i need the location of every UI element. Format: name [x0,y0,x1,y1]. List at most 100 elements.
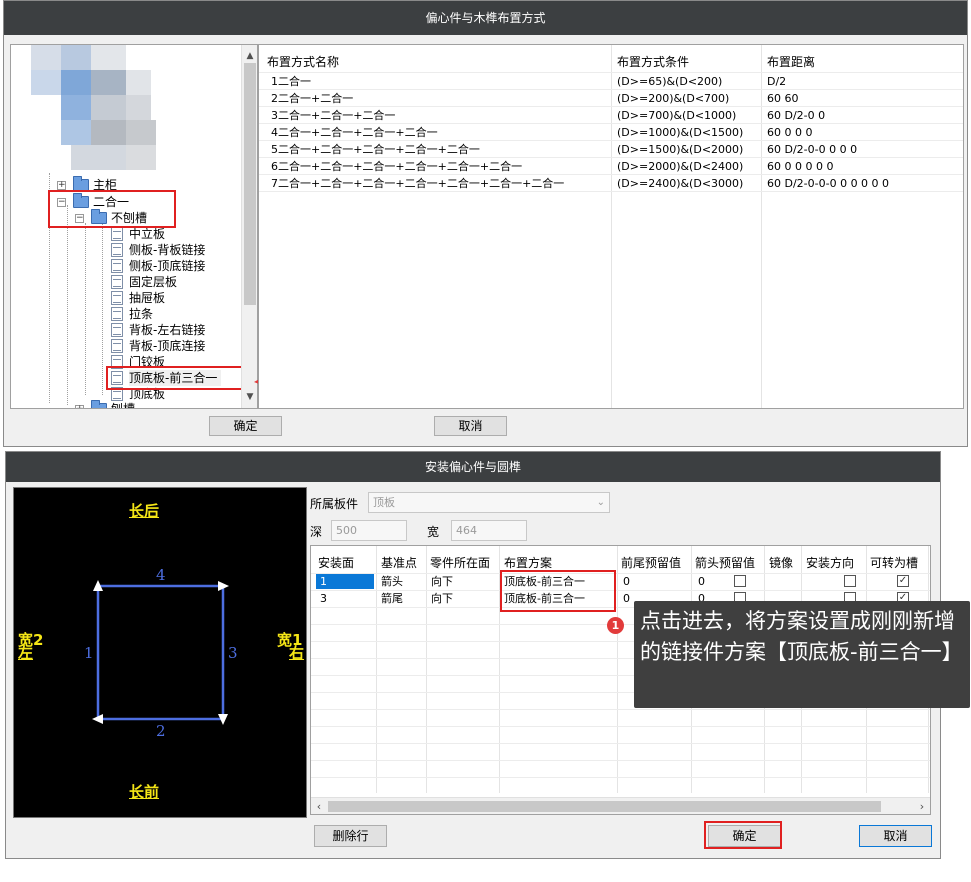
cell-distance: D/2 [767,75,787,88]
direction-checkbox[interactable] [844,575,856,587]
tree-leaf-label: 背板-左右链接 [129,323,206,337]
tree-leaf-drawer-panel[interactable]: 抽屉板 [11,290,241,306]
table-row[interactable]: 1二合一 (D>=65)&(D<200) D/2 [259,73,963,90]
width-field[interactable]: 464 [451,520,527,541]
cell-part-face[interactable]: 向下 [431,591,453,606]
column-header[interactable]: 布置方式名称 [267,53,339,70]
highlight-box [48,190,176,228]
edge-number-right: 3 [228,644,238,662]
table-row[interactable]: 3二合一+二合一+二合一 (D>=700)&(D<1000) 60 D/2-0 … [259,107,963,124]
cell-tail-reserve[interactable]: 0 [623,591,630,606]
expand-icon[interactable]: + [75,405,84,408]
document-icon [111,275,123,289]
delete-row-button[interactable]: 删除行 [314,825,387,847]
table-row[interactable]: 1 箭头 向下 顶底板-前三合一 0 0 ✓ [311,574,930,590]
scrollbar-thumb[interactable] [328,801,881,812]
cell-condition: (D>=1000)&(D<1500) [617,126,744,139]
scheme-tree[interactable]: + 主柜 − 二合一 − 不刨槽 中立板 侧板-背板链接 侧板-顶底链接 固定层… [10,44,258,409]
tree-node-groove[interactable]: + 刨槽 [11,400,241,409]
tree-leaf-middle-panel[interactable]: 中立板 [11,226,241,242]
cell-distance: 60 D/2-0 0 [767,109,826,122]
column-header[interactable]: 基准点 [381,554,417,571]
board-outline [92,580,229,725]
dialog-title: 偏心件与木榫布置方式 [4,1,967,35]
ok-button[interactable]: 确定 [209,416,282,436]
scroll-left-icon[interactable]: ‹ [311,798,327,814]
tree-leaf-back-topbottom[interactable]: 背板-顶底连接 [11,338,241,354]
table-row[interactable]: 2二合一+二合一 (D>=200)&(D<700) 60 60 [259,90,963,107]
column-header[interactable]: 零件所在面 [430,554,490,571]
slot-checkbox[interactable]: ✓ [897,575,909,587]
folder-icon [91,400,107,408]
cell-distance: 60 D/2-0-0-0 0 0 0 0 0 [767,177,890,190]
width-label: 宽 [427,525,440,539]
tree-node-label: 刨槽 [111,402,136,409]
cell-part-face[interactable]: 向下 [431,574,453,589]
column-header[interactable]: 安装面 [318,554,354,571]
scroll-up-icon[interactable]: ▲ [242,49,257,63]
table-row[interactable]: 7二合一+二合一+二合一+二合一+二合一+二合一+二合一 (D>=2400)&(… [259,175,963,192]
column-header[interactable]: 布置距离 [767,53,815,70]
tree-leaf-side-back[interactable]: 侧板-背板链接 [11,242,241,258]
cell-ref[interactable]: 箭头 [381,574,403,589]
cancel-button[interactable]: 取消 [434,416,507,436]
tree-scrollbar[interactable]: ▲ ▼ [241,45,257,408]
tree-leaf-label: 拉条 [129,307,154,321]
board-select[interactable]: 顶板 ⌄ [368,492,610,513]
board-label: 所属板件 [310,497,359,511]
board-select-value: 顶板 [373,496,395,509]
tree-leaf-brace[interactable]: 拉条 [11,306,241,322]
edge-number-left: 1 [84,644,94,662]
cell-name: 1二合一 [271,75,311,88]
row-divider [311,760,930,761]
mirror-checkbox[interactable] [734,575,746,587]
cell-condition: (D>=2000)&(D<2400) [617,160,744,173]
cell-head-reserve[interactable]: 0 [698,574,705,589]
document-icon [111,259,123,273]
document-icon [111,307,123,321]
cell-face[interactable]: 1 [316,574,374,589]
row-divider [311,777,930,778]
grid-horizontal-scrollbar[interactable]: ‹ › [311,797,930,814]
tree-leaf-side-topbottom[interactable]: 侧板-顶底链接 [11,258,241,274]
column-header[interactable]: 镜像 [769,554,793,571]
row-divider [311,743,930,744]
cell-tail-reserve[interactable]: 0 [623,574,630,589]
column-header[interactable]: 布置方案 [504,554,552,571]
expand-icon[interactable]: + [57,181,66,190]
cell-face[interactable]: 3 [320,591,327,606]
table-row[interactable]: 6二合一+二合一+二合一+二合一+二合一+二合一 (D>=2000)&(D<24… [259,158,963,175]
column-header[interactable]: 箭头预留值 [695,554,755,571]
column-header[interactable]: 前尾预留值 [621,554,681,571]
tree-leaf-label: 抽屉板 [129,291,166,305]
cell-ref[interactable]: 箭尾 [381,591,403,606]
row-divider [311,709,930,710]
tree-leaf-label: 中立板 [129,227,166,241]
layout-grid[interactable]: 布置方式名称 布置方式条件 布置距离 1二合一 (D>=65)&(D<200) … [258,44,964,409]
tree-leaf-fixed-shelf[interactable]: 固定层板 [11,274,241,290]
tree-leaf-label: 固定层板 [129,275,178,289]
table-row[interactable]: 4二合一+二合一+二合一+二合一 (D>=1000)&(D<1500) 60 0… [259,124,963,141]
cell-distance: 60 0 0 0 0 0 [767,160,834,173]
scroll-right-icon[interactable]: › [914,798,930,814]
document-icon [111,227,123,241]
scrollbar-thumb[interactable] [244,63,256,305]
document-icon [111,339,123,353]
column-header[interactable]: 可转为槽 [870,554,918,571]
document-icon [111,323,123,337]
cell-distance: 60 60 [767,92,799,105]
row-divider [311,726,930,727]
table-row[interactable]: 5二合一+二合一+二合一+二合一+二合一 (D>=1500)&(D<2000) … [259,141,963,158]
cell-condition: (D>=700)&(D<1000) [617,109,737,122]
depth-field[interactable]: 500 [331,520,407,541]
cell-name: 2二合一+二合一 [271,92,354,105]
tree-leaf-back-leftright[interactable]: 背板-左右链接 [11,322,241,338]
column-header[interactable]: 布置方式条件 [617,53,689,70]
cell-name: 6二合一+二合一+二合一+二合一+二合一+二合一 [271,160,523,173]
cancel-button[interactable]: 取消 [859,825,932,847]
layout-dialog: 偏心件与木榫布置方式 + 主柜 − 二合一 − 不刨槽 中立板 侧板-背板链接 … [3,0,968,447]
column-header[interactable]: 安装方向 [806,554,854,571]
scroll-down-icon[interactable]: ▼ [242,390,257,404]
cell-distance: 60 D/2-0-0 0 0 0 [767,143,858,156]
cell-distance: 60 0 0 0 [767,126,813,139]
